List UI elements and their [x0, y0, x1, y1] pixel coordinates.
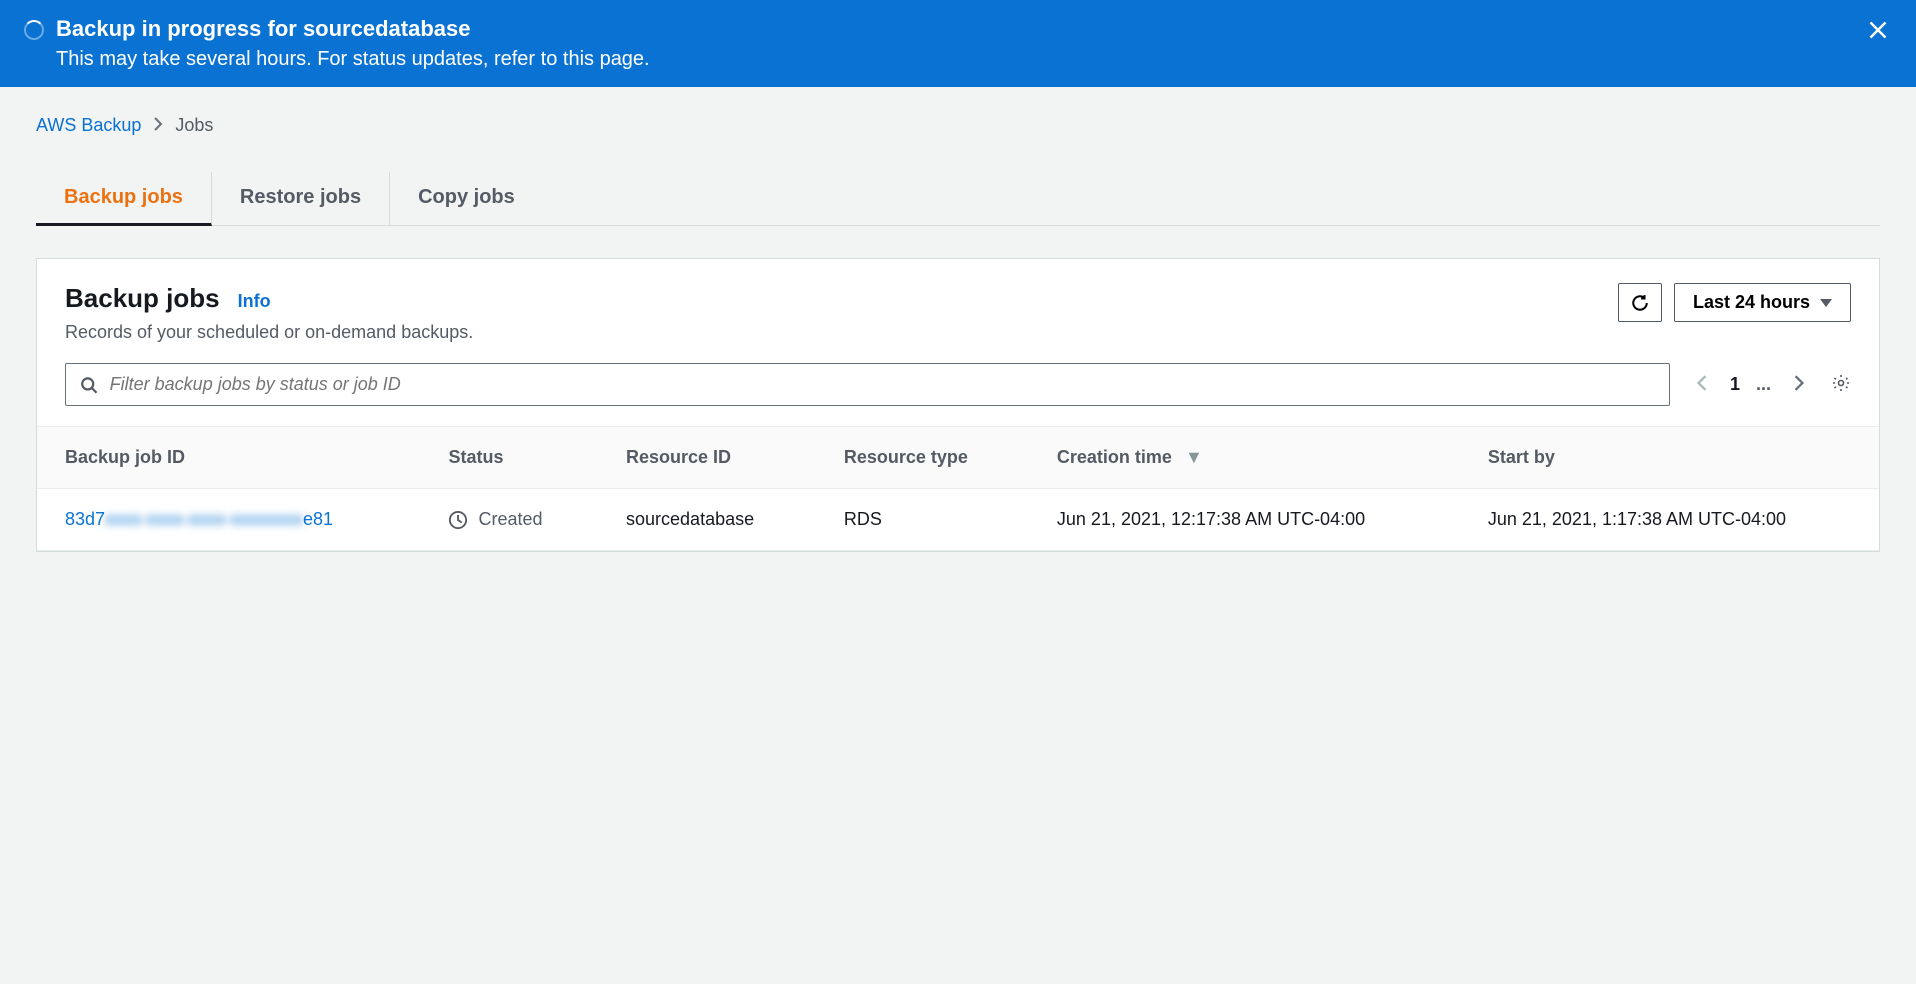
cell-creation-time: Jun 21, 2021, 12:17:38 AM UTC-04:00	[1029, 489, 1460, 551]
gear-icon	[1831, 373, 1851, 393]
cell-status: Created	[420, 489, 598, 551]
prev-page-button[interactable]	[1690, 371, 1714, 398]
breadcrumb-root[interactable]: AWS Backup	[36, 115, 141, 136]
clock-icon	[448, 510, 468, 530]
chevron-right-icon	[1791, 375, 1807, 391]
col-job-id[interactable]: Backup job ID	[37, 427, 420, 489]
col-creation-time[interactable]: Creation time ▼	[1029, 427, 1460, 489]
tabs: Backup jobs Restore jobs Copy jobs	[36, 172, 1880, 226]
chevron-right-icon	[153, 115, 163, 136]
sort-desc-icon: ▼	[1185, 447, 1203, 468]
breadcrumb-current: Jobs	[175, 115, 213, 136]
cell-start-by: Jun 21, 2021, 1:17:38 AM UTC-04:00	[1460, 489, 1879, 551]
table-settings-button[interactable]	[1831, 373, 1851, 396]
spinner-icon	[24, 20, 44, 40]
backup-jobs-panel: Backup jobs Info Records of your schedul…	[36, 258, 1880, 552]
cell-job-id[interactable]: 83d7xxxx-xxxx-xxxx-xxxxxxxxe81	[37, 489, 420, 551]
pagination: 1 ...	[1690, 371, 1811, 398]
panel-subtitle: Records of your scheduled or on-demand b…	[65, 322, 473, 343]
tab-restore-jobs[interactable]: Restore jobs	[212, 172, 390, 225]
caret-down-icon	[1820, 299, 1832, 307]
filter-input[interactable]	[110, 374, 1655, 395]
refresh-button[interactable]	[1618, 283, 1662, 322]
cell-resource-id: sourcedatabase	[598, 489, 816, 551]
filter-input-container[interactable]	[65, 363, 1670, 406]
current-page: 1	[1730, 374, 1740, 395]
tab-backup-jobs[interactable]: Backup jobs	[36, 172, 212, 226]
banner-subtitle: This may take several hours. For status …	[56, 48, 650, 71]
refresh-icon	[1631, 294, 1649, 312]
chevron-left-icon	[1694, 375, 1710, 391]
table-header-row: Backup job ID Status Resource ID Resourc…	[37, 427, 1879, 489]
col-resource-id[interactable]: Resource ID	[598, 427, 816, 489]
backup-jobs-table: Backup job ID Status Resource ID Resourc…	[37, 426, 1879, 551]
col-resource-type[interactable]: Resource type	[816, 427, 1029, 489]
time-range-label: Last 24 hours	[1693, 292, 1810, 313]
table-row: 83d7xxxx-xxxx-xxxx-xxxxxxxxe81 Created s…	[37, 489, 1879, 551]
next-page-button[interactable]	[1787, 371, 1811, 398]
time-range-dropdown[interactable]: Last 24 hours	[1674, 283, 1851, 322]
cell-resource-type: RDS	[816, 489, 1029, 551]
close-banner-button[interactable]	[1864, 16, 1892, 47]
close-icon	[1868, 20, 1888, 40]
tab-copy-jobs[interactable]: Copy jobs	[390, 172, 543, 225]
panel-title: Backup jobs	[65, 283, 220, 314]
col-start-by[interactable]: Start by	[1460, 427, 1879, 489]
banner-title: Backup in progress for sourcedatabase	[56, 16, 650, 42]
col-status[interactable]: Status	[420, 427, 598, 489]
search-icon	[80, 376, 98, 394]
notification-banner: Backup in progress for sourcedatabase Th…	[0, 0, 1916, 87]
breadcrumb: AWS Backup Jobs	[36, 115, 1880, 136]
info-link[interactable]: Info	[238, 291, 271, 312]
page-ellipsis: ...	[1756, 374, 1771, 395]
